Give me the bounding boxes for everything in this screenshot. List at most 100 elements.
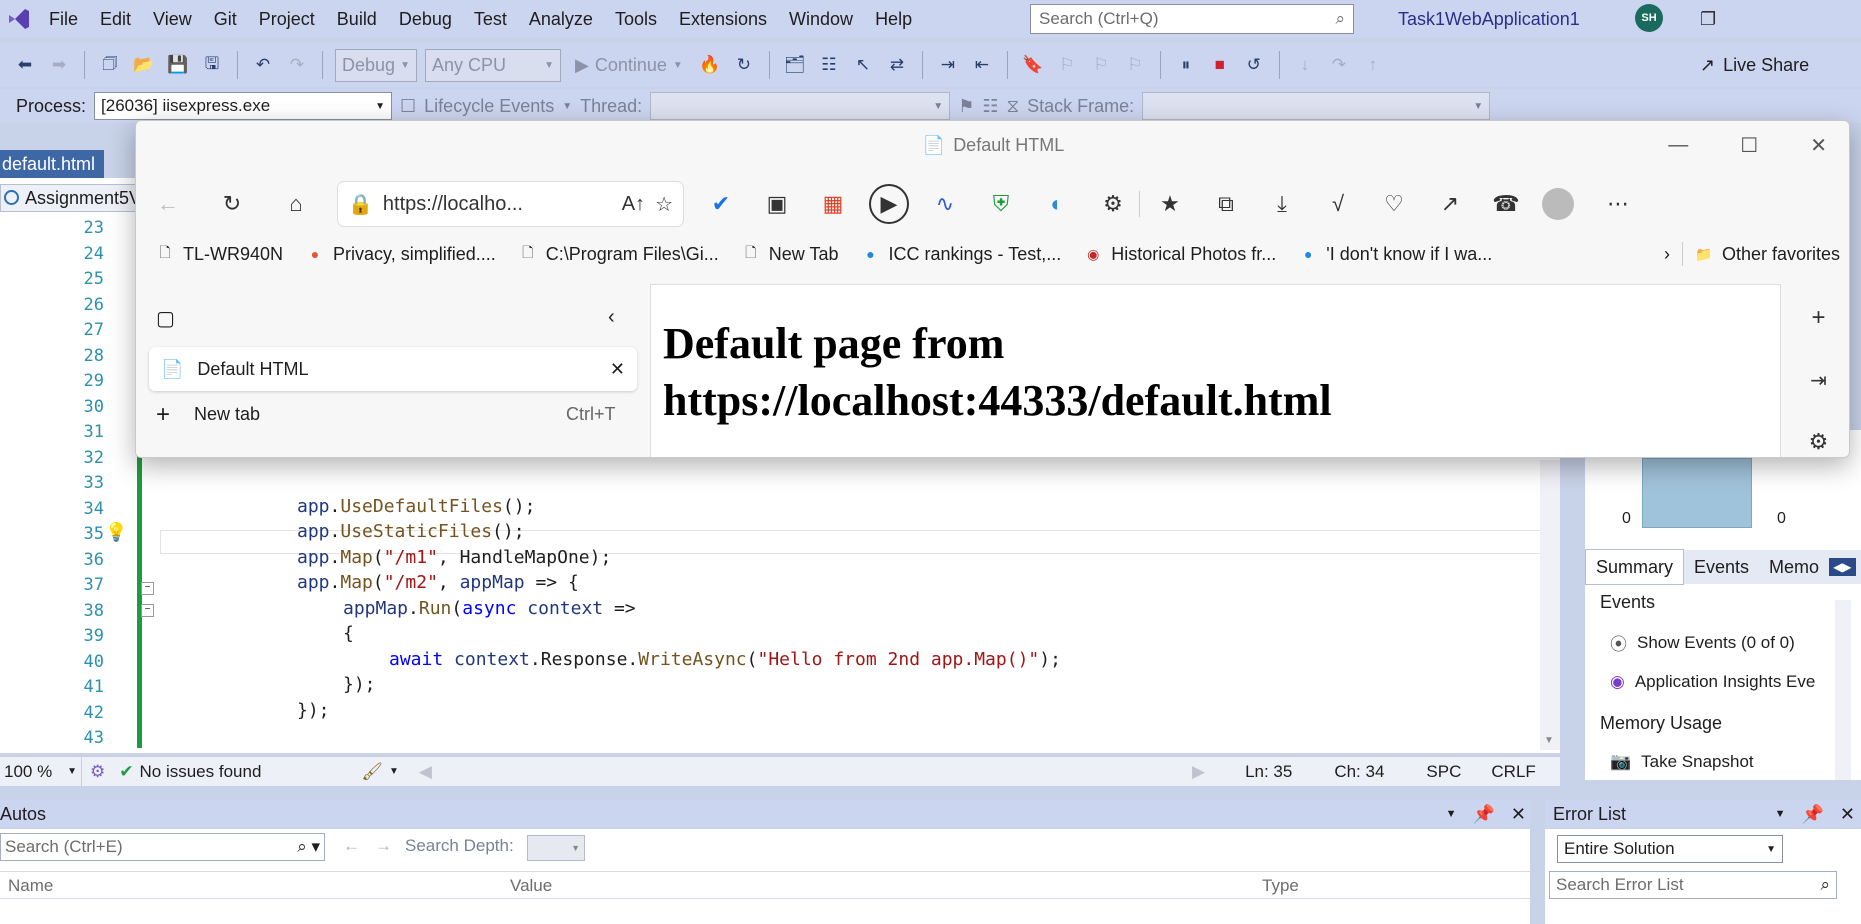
new-project-icon[interactable]: 🗇 bbox=[97, 52, 123, 78]
refresh-icon[interactable]: ↻ bbox=[731, 52, 757, 78]
other-favorites[interactable]: 📁 Other favorites bbox=[1683, 244, 1849, 265]
collections-icon[interactable]: ⧉ bbox=[1206, 184, 1246, 224]
take-snapshot-button[interactable]: 📷 Take Snapshot bbox=[1610, 752, 1754, 772]
hide-sidebar-icon[interactable]: ⇥ bbox=[1810, 368, 1827, 393]
pin-icon[interactable]: 📌 bbox=[1801, 804, 1823, 825]
whitespace-indicator[interactable]: SPC bbox=[1426, 762, 1461, 782]
menu-tools[interactable]: Tools bbox=[604, 0, 668, 38]
menu-test[interactable]: Test bbox=[463, 0, 518, 38]
char-indicator[interactable]: Ch: 34 bbox=[1334, 762, 1384, 782]
plus-icon[interactable]: + bbox=[1811, 304, 1825, 332]
undo-icon[interactable]: ↶ bbox=[250, 52, 276, 78]
extensions-icon[interactable]: ⚙ bbox=[1093, 184, 1133, 224]
tab-summary[interactable]: Summary bbox=[1585, 549, 1685, 585]
continue-button[interactable]: ▶ Continue ▼ bbox=[569, 55, 689, 76]
chevron-right-icon[interactable]: › bbox=[1652, 244, 1682, 265]
profile-avatar[interactable] bbox=[1542, 188, 1574, 220]
hot-reload-icon[interactable]: 🔥 bbox=[697, 52, 723, 78]
process-select[interactable]: [26036] iisexpress.exe ▼ bbox=[94, 92, 393, 120]
back-arrow-icon[interactable]: ← bbox=[343, 836, 360, 856]
menu-git[interactable]: Git bbox=[203, 0, 248, 38]
minimize-icon[interactable]: — bbox=[1668, 134, 1688, 157]
favorite-item[interactable]: 🗋 C:\Program Files\Gi... bbox=[507, 244, 730, 265]
column-header-type[interactable]: Type bbox=[1262, 876, 1299, 896]
back-nav-icon[interactable]: ⬅ bbox=[12, 52, 38, 78]
column-header-name[interactable]: Name bbox=[8, 876, 53, 896]
stack-frame-select[interactable]: ▼ bbox=[1142, 92, 1491, 120]
favorites-icon[interactable]: ★ bbox=[1150, 184, 1190, 224]
pin-icon[interactable]: 📌 bbox=[1472, 804, 1494, 825]
restore-icon[interactable]: ❐ bbox=[1700, 9, 1716, 30]
shield-extension-icon[interactable]: ⛨ bbox=[981, 184, 1021, 224]
tab-actions-icon[interactable]: ▢ bbox=[156, 306, 175, 331]
autos-search-input[interactable]: Search (Ctrl+E) ⌕ ▾ bbox=[0, 833, 325, 861]
close-icon[interactable]: ✕ bbox=[1511, 804, 1526, 825]
new-tab-label[interactable]: New tab bbox=[194, 404, 260, 425]
solution-config-select[interactable]: Debug ▼ bbox=[335, 48, 417, 82]
error-scope-select[interactable]: Entire Solution ▼ bbox=[1557, 835, 1783, 863]
more-options-icon[interactable]: ⋯ bbox=[1598, 184, 1638, 224]
math-solver-icon[interactable]: √ bbox=[1318, 184, 1358, 224]
vs-search-input[interactable]: Search (Ctrl+Q) ⌕ bbox=[1030, 4, 1354, 34]
brush-icon[interactable]: 🖌 bbox=[361, 762, 383, 782]
menu-analyze[interactable]: Analyze bbox=[518, 0, 604, 38]
chevron-down-icon[interactable]: ▼ bbox=[1446, 808, 1457, 820]
error-list-search-input[interactable]: Search Error List ⌕ bbox=[1549, 871, 1837, 899]
save-icon[interactable]: 💾 bbox=[165, 52, 191, 78]
wallet-extension-icon[interactable]: ▣ bbox=[757, 184, 797, 224]
collapse-pane-icon[interactable]: ‹ bbox=[608, 306, 615, 329]
address-bar[interactable]: 🔒 https://localho... A↑ ☆ bbox=[338, 182, 683, 226]
bookmark-icon[interactable]: 🔖 bbox=[1020, 52, 1046, 78]
favorite-item[interactable]: 🗋 New Tab bbox=[730, 244, 850, 265]
menu-edit[interactable]: Edit bbox=[89, 0, 142, 38]
add-favorite-icon[interactable]: ☆ bbox=[655, 192, 673, 217]
prev-bookmark-icon[interactable]: ⚐ bbox=[1054, 52, 1080, 78]
zoom-select[interactable]: 100 % ▼ bbox=[0, 756, 82, 787]
close-icon[interactable]: ✕ bbox=[1840, 804, 1855, 825]
menu-build[interactable]: Build bbox=[326, 0, 388, 38]
chevron-down-icon[interactable]: ▼ bbox=[1544, 735, 1554, 746]
search-depth-select[interactable]: ▼ bbox=[527, 835, 585, 861]
settings-gear-icon[interactable]: ⚙ bbox=[1809, 429, 1829, 455]
line-indicator[interactable]: Ln: 35 bbox=[1245, 762, 1292, 782]
audio-extension-icon[interactable]: ∿ bbox=[925, 184, 965, 224]
step-cursor-icon[interactable]: ↖ bbox=[850, 52, 876, 78]
plus-icon[interactable]: + bbox=[156, 401, 170, 429]
collapse-icon[interactable]: − bbox=[141, 582, 154, 595]
clear-bookmark-icon[interactable]: ⚐ bbox=[1122, 52, 1148, 78]
stop-icon[interactable]: ■ bbox=[1207, 52, 1233, 78]
share-icon[interactable]: ↗ bbox=[1430, 184, 1470, 224]
compare-icon[interactable]: ⇄ bbox=[884, 52, 910, 78]
save-all-icon[interactable]: 🖫 bbox=[199, 52, 225, 78]
thread-select[interactable]: ▼ bbox=[650, 92, 951, 120]
feedback-icon[interactable]: ☎ bbox=[1486, 184, 1526, 224]
scroll-right-icon[interactable]: ▶ bbox=[1192, 762, 1205, 782]
tab-scroll-icon[interactable]: ◀▶ bbox=[1829, 558, 1856, 576]
menu-extensions[interactable]: Extensions bbox=[668, 0, 778, 38]
browse-folder-icon[interactable]: 🗂 bbox=[782, 52, 808, 78]
project-navigation-dropdown[interactable]: Assignment5V bbox=[0, 184, 141, 212]
live-share-button[interactable]: ↗ Live Share bbox=[1700, 43, 1809, 87]
back-arrow-icon[interactable]: ← bbox=[148, 184, 188, 224]
favorite-item[interactable]: ● ICC rankings - Test,... bbox=[849, 244, 1072, 265]
editor-vertical-scrollbar[interactable]: ▼ bbox=[1540, 460, 1560, 750]
indent-icon[interactable]: ⇥ bbox=[935, 52, 961, 78]
tab-events[interactable]: Events bbox=[1684, 550, 1759, 584]
tab-memory[interactable]: Memo bbox=[1759, 550, 1829, 584]
office-extension-icon[interactable]: ▦ bbox=[813, 184, 853, 224]
favorite-item[interactable]: ● 'I don't know if I wa... bbox=[1287, 244, 1503, 265]
next-bookmark-icon[interactable]: ⚐ bbox=[1088, 52, 1114, 78]
intellicode-icon[interactable]: ⚙ bbox=[82, 762, 113, 782]
open-folder-icon[interactable]: 📂 bbox=[131, 52, 157, 78]
compass-extension-icon[interactable]: ◐ bbox=[1037, 184, 1077, 224]
menu-view[interactable]: View bbox=[142, 0, 203, 38]
pause-icon[interactable]: ⏸ bbox=[1173, 52, 1199, 78]
restart-icon[interactable]: ↺ bbox=[1241, 52, 1267, 78]
scroll-left-icon[interactable]: ◀ bbox=[419, 762, 432, 782]
redo-icon[interactable]: ↷ bbox=[284, 52, 310, 78]
chevron-down-icon[interactable]: ▼ bbox=[389, 766, 399, 777]
downloads-icon[interactable]: ⤓ bbox=[1262, 184, 1302, 224]
collapse-icon[interactable]: − bbox=[141, 604, 154, 617]
menu-window[interactable]: Window bbox=[778, 0, 864, 38]
visual-studio-logo-icon[interactable] bbox=[0, 0, 38, 38]
